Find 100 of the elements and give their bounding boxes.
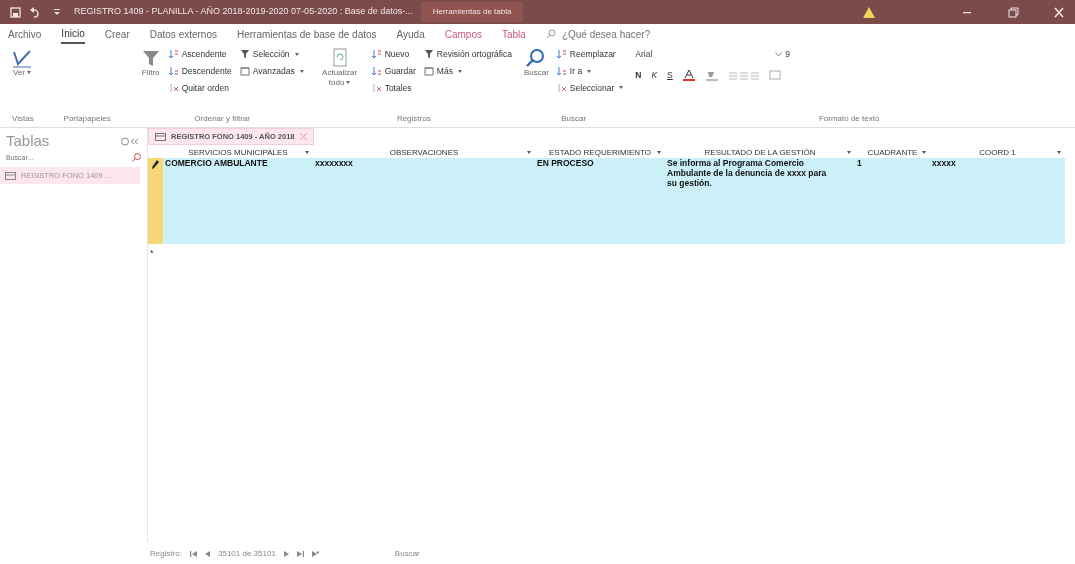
ribbon-button[interactable]: Totales (371, 81, 416, 95)
italic-button[interactable]: K (651, 68, 658, 82)
caret-icon (299, 69, 304, 73)
contextual-tab-label: Herramientas de tabla (420, 2, 524, 22)
font-size-field[interactable]: 9 (775, 48, 790, 61)
dropdown-icon[interactable] (922, 151, 926, 155)
list-icon (239, 66, 250, 77)
ribbon-button[interactable]: Ver (12, 48, 32, 78)
column-header[interactable]: CUADRANTE (855, 147, 930, 159)
previous-record-icon[interactable] (205, 551, 210, 557)
table-cell-text: EN PROCESO (537, 159, 595, 169)
column-header[interactable]: COORD 1 (930, 147, 1065, 159)
column-header[interactable]: RESULTADO DE LA GESTIÓN (665, 147, 855, 159)
ribbon-button[interactable]: Buscar (523, 48, 549, 78)
underline-button[interactable]: S (667, 68, 673, 82)
ribbon-button[interactable]: Más (423, 64, 512, 78)
table-icon (5, 171, 16, 180)
ribbon-button[interactable]: Ascendente (168, 48, 232, 61)
clear-icon (556, 82, 567, 93)
caret-icon (587, 69, 592, 73)
ribbon-tab[interactable]: Tabla (501, 25, 526, 43)
table-cell-text: xxxxx (932, 159, 957, 169)
caret-icon (619, 86, 624, 90)
record-position: 35101 de 35101 (218, 548, 276, 560)
dropdown-icon[interactable] (657, 151, 661, 155)
table-cell: Se informa al Programa Comercio Ambulante de la denuncia de xxxx para su gestión. (667, 159, 827, 189)
save-icon[interactable] (10, 6, 21, 18)
ribbon-tab[interactable]: Archivo (8, 25, 42, 43)
column-header[interactable]: OBSERVACIONES (313, 147, 535, 159)
ribbon-tab[interactable]: Campos (444, 25, 482, 43)
ribbon-group-label: Ordenar y filtrar (193, 113, 251, 125)
warning-icon (863, 6, 875, 18)
dropdown-icon[interactable] (847, 151, 851, 155)
new-record-icon[interactable] (311, 551, 319, 557)
ribbon-group-label: Formato de texto (817, 113, 881, 125)
ribbon-button[interactable]: Seleccionar (556, 81, 624, 95)
ribbon-button[interactable]: Quitar orden (168, 81, 232, 95)
ribbon-group-label: Buscar (560, 113, 588, 125)
dropdown-icon[interactable] (1057, 151, 1061, 155)
dropdown-icon[interactable] (305, 151, 309, 155)
record-label: Registro: (150, 548, 182, 560)
dropdown-icon[interactable] (527, 151, 531, 155)
ribbon-tab[interactable]: Datos externos (149, 25, 217, 43)
ribbon-group-label: Registros (395, 113, 432, 125)
ribbon-button[interactable]: Avanzadas (239, 64, 304, 78)
last-record-icon[interactable] (296, 551, 304, 557)
pencil-icon (152, 160, 159, 170)
ribbon-tab[interactable]: Herramientas de base de datos (237, 25, 377, 43)
sort-icon (168, 49, 179, 60)
ribbon-button[interactable]: Nuevo (371, 48, 416, 61)
undo-icon[interactable] (29, 6, 40, 18)
sort-icon (371, 49, 382, 60)
table-cell-text: xxxxxxxx (315, 159, 354, 169)
ribbon-button[interactable]: Revisión ortográfica (423, 48, 512, 61)
ribbon-button[interactable]: Guardar (371, 64, 416, 78)
table-cell-text: 1 (857, 159, 863, 169)
clear-icon (371, 82, 382, 93)
sort-icon (556, 66, 567, 77)
ribbon-tab[interactable]: Inicio (61, 24, 85, 44)
new-row-marker: * (149, 247, 155, 261)
font-name-field[interactable]: Arial (635, 48, 696, 61)
ribbon-button[interactable]: Filtro (140, 48, 161, 78)
restore-icon[interactable] (1007, 6, 1019, 18)
search-label: Buscar (394, 548, 420, 560)
sort-icon (371, 66, 382, 77)
chevron-icon (775, 51, 783, 57)
ribbon-button[interactable]: Ir a (556, 64, 624, 78)
ribbon-group-label: Portapapeles (62, 113, 112, 125)
ribbon-button[interactable]: Selección (239, 48, 304, 61)
collapse-icon[interactable] (121, 136, 141, 146)
search-icon[interactable] (132, 153, 141, 163)
table-icon (155, 132, 166, 141)
filter-icon (423, 49, 434, 60)
sort-icon (556, 49, 567, 60)
bold-button[interactable]: N (635, 68, 642, 82)
caret-icon (27, 71, 31, 75)
ribbon-group-label: Vistas (12, 113, 34, 125)
first-record-icon[interactable] (190, 551, 197, 557)
next-record-icon[interactable] (283, 551, 289, 557)
ribbon-button[interactable]: Reemplazar (556, 48, 624, 61)
caret-icon (457, 69, 462, 73)
caret-icon (294, 52, 299, 56)
sort-icon (168, 66, 179, 77)
fill-color-icon[interactable] (704, 69, 719, 81)
table-cell-text: COMERCIO AMBULANTE (165, 159, 269, 169)
ribbon-tab[interactable]: Crear (104, 25, 130, 43)
filter-icon (239, 49, 250, 60)
font-color-icon[interactable] (682, 69, 695, 81)
search-icon (545, 29, 556, 39)
column-header[interactable]: SERVICIOS MUNICIPALES (163, 147, 313, 159)
ribbon-button[interactable]: Descendente (168, 64, 232, 78)
filter-icon (140, 48, 161, 68)
list-icon (423, 66, 434, 77)
column-header[interactable]: ESTADO REQUERIMIENTO (535, 147, 665, 159)
clear-icon (168, 82, 179, 93)
pane-title: Tablas (6, 131, 50, 151)
ribbon-button[interactable]: Actualizar todo (315, 48, 364, 88)
caret-icon (346, 81, 351, 84)
search-icon (526, 48, 547, 68)
ribbon-tab[interactable]: Ayuda (396, 25, 425, 43)
